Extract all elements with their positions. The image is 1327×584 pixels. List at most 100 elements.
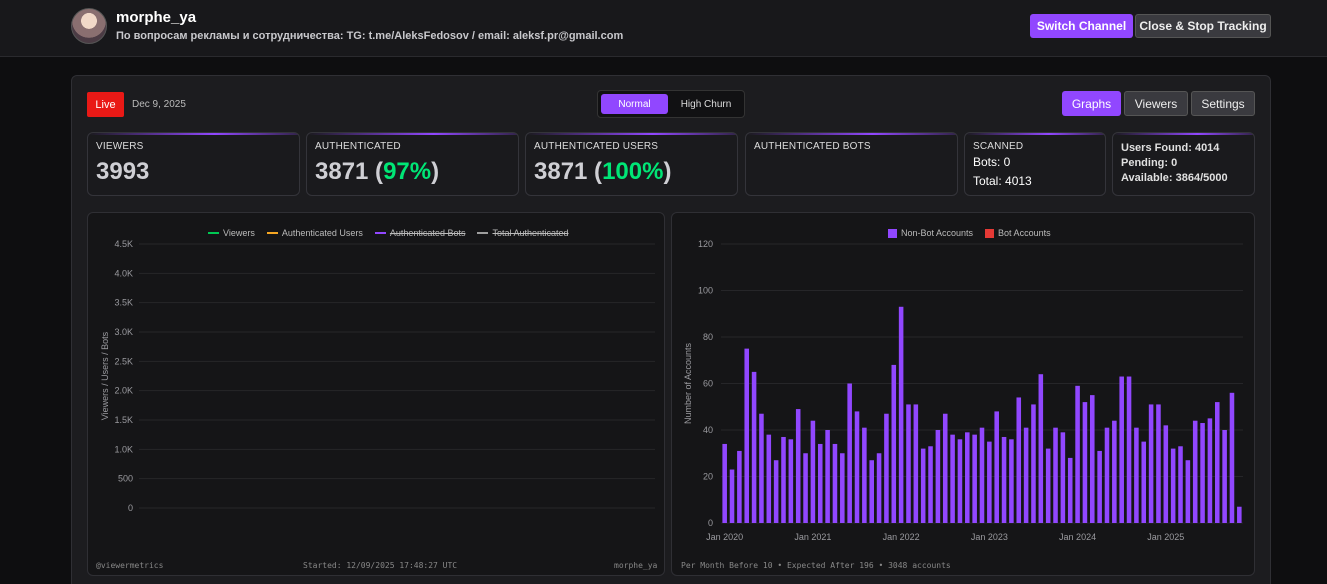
bar-non-bot bbox=[1192, 420, 1198, 523]
bar-non-bot bbox=[979, 427, 985, 523]
tab-viewers[interactable]: Viewers bbox=[1124, 91, 1188, 116]
bar-non-bot bbox=[781, 436, 786, 523]
bar-non-bot bbox=[913, 404, 919, 523]
line-y-axis-label: Viewers / Users / Bots bbox=[100, 331, 110, 420]
bar-non-bot bbox=[950, 434, 955, 523]
close-stop-tracking-button[interactable]: Close & Stop Tracking bbox=[1135, 14, 1271, 38]
bar-non-bot bbox=[1090, 395, 1095, 523]
bar-non-bot bbox=[935, 430, 941, 523]
avatar bbox=[71, 8, 107, 44]
card-scanned: SCANNED Bots: 0 Total: 4013 bbox=[964, 132, 1106, 196]
stream-date: Dec 9, 2025 bbox=[132, 99, 186, 110]
bar-non-bot bbox=[1207, 418, 1213, 523]
bar-non-bot bbox=[928, 446, 933, 523]
bar-non-bot bbox=[987, 441, 992, 523]
bar-non-bot bbox=[825, 430, 830, 523]
bar-non-bot bbox=[1104, 427, 1110, 523]
bar-chart: 0 20 40 60 80 100 120 Number of Accounts Jan 202… bbox=[683, 239, 1243, 542]
line-y-tick-label: 4.0K bbox=[114, 268, 133, 278]
card-authenticated-users-value: 3871 bbox=[534, 158, 588, 185]
bar-non-bot bbox=[1237, 506, 1242, 523]
switch-channel-button[interactable]: Switch Channel bbox=[1030, 14, 1133, 38]
bar-non-bot bbox=[1178, 446, 1183, 523]
bar-non-bot bbox=[965, 432, 970, 523]
bar-non-bot bbox=[1001, 436, 1007, 523]
bar-non-bot bbox=[1075, 385, 1080, 523]
mode-toggle: Normal High Churn bbox=[597, 90, 745, 118]
card-authenticated-bots: AUTHENTICATED BOTS bbox=[745, 132, 958, 196]
live-badge: Live bbox=[87, 92, 124, 117]
card-authenticated-paren-close: ) bbox=[431, 158, 440, 185]
card-authenticated-users-pct: 100% bbox=[602, 158, 664, 185]
card-viewers-value: 3993 bbox=[96, 158, 150, 185]
bar-non-bot bbox=[1214, 402, 1220, 523]
card-authenticated: AUTHENTICATED 3871 (97%) bbox=[306, 132, 519, 196]
bar-non-bot bbox=[737, 450, 742, 523]
bar-non-bot bbox=[891, 364, 897, 523]
bar-non-bot bbox=[1060, 432, 1066, 523]
card-scanned-total: Total: 4013 bbox=[973, 174, 1032, 188]
tab-settings[interactable]: Settings bbox=[1191, 91, 1255, 116]
bar-non-bot bbox=[817, 443, 823, 523]
users-found-text: Users Found: 4014 bbox=[1121, 142, 1220, 154]
bar-non-bot bbox=[898, 306, 904, 523]
line-y-tick-label: 3.0K bbox=[114, 327, 133, 337]
bar-non-bot bbox=[847, 383, 852, 523]
card-viewers-title: VIEWERS bbox=[96, 141, 144, 152]
bar-non-bot bbox=[803, 453, 808, 523]
bar-non-bot bbox=[884, 413, 889, 523]
bar-y-axis-label: Number of Accounts bbox=[683, 342, 693, 424]
mode-normal-button[interactable]: Normal bbox=[601, 94, 668, 114]
bar-non-bot bbox=[1038, 374, 1044, 523]
card-authenticated-pct: 97% bbox=[383, 158, 432, 185]
bar-non-bot bbox=[854, 411, 860, 523]
line-y-tick-label: 0 bbox=[128, 503, 133, 513]
bar-non-bot bbox=[773, 460, 779, 523]
bar-x-tick-label: Jan 2021 bbox=[794, 532, 831, 542]
bar-non-bot bbox=[1163, 425, 1169, 523]
line-y-tick-label: 1.5K bbox=[114, 415, 133, 425]
channel-description: По вопросам рекламы и сотрудничества: TG… bbox=[116, 30, 624, 42]
bar-non-bot bbox=[788, 439, 794, 523]
bar-y-tick-label: 120 bbox=[698, 239, 713, 249]
card-authenticated-bots-title: AUTHENTICATED BOTS bbox=[754, 141, 871, 152]
bar-non-bot bbox=[1067, 457, 1073, 523]
line-chart-footer-right: morphe_ya bbox=[614, 561, 658, 570]
bar-non-bot bbox=[906, 404, 911, 523]
card-authenticated-users: AUTHENTICATED USERS 3871 (100%) bbox=[525, 132, 738, 196]
bar-y-tick-label: 80 bbox=[703, 332, 713, 342]
bar-non-bot bbox=[862, 427, 867, 523]
channel-name: morphe_ya bbox=[116, 9, 197, 26]
card-authenticated-paren-open: ( bbox=[368, 158, 384, 185]
bar-chart-footer: Per Month Before 10 • Expected After 196… bbox=[681, 561, 951, 570]
bar-non-bot bbox=[1134, 427, 1139, 523]
card-authenticated-users-value-row: 3871 (100%) bbox=[534, 158, 671, 186]
card-authenticated-value: 3871 bbox=[315, 158, 369, 185]
bar-non-bot bbox=[1016, 397, 1022, 523]
card-scanned-title: SCANNED bbox=[973, 141, 1024, 152]
bar-non-bot bbox=[1229, 392, 1235, 523]
bar-non-bot bbox=[994, 411, 999, 523]
bar-non-bot bbox=[1185, 460, 1191, 523]
line-y-tick-label: 4.5K bbox=[114, 239, 133, 249]
bar-non-bot bbox=[1148, 404, 1154, 523]
bar-non-bot bbox=[1097, 450, 1102, 523]
bar-x-tick-label: Jan 2024 bbox=[1059, 532, 1096, 542]
bar-non-bot bbox=[832, 443, 838, 523]
bar-non-bot bbox=[1119, 376, 1124, 523]
bar-non-bot bbox=[1170, 448, 1176, 523]
card-users-found: Users Found: 4014 Pending: 0 Available: … bbox=[1112, 132, 1255, 196]
mode-high-churn-button[interactable]: High Churn bbox=[670, 94, 742, 114]
bar-non-bot bbox=[1222, 430, 1227, 523]
bar-y-tick-label: 40 bbox=[703, 425, 713, 435]
line-y-tick-label: 3.5K bbox=[114, 298, 133, 308]
card-authenticated-users-paren-close: ) bbox=[663, 158, 672, 185]
line-chart-footer-center: Started: 12/09/2025 17:48:27 UTC bbox=[303, 561, 458, 570]
bar-non-bot bbox=[744, 348, 750, 523]
bar-non-bot bbox=[972, 434, 977, 523]
pending-text: Pending: 0 bbox=[1121, 157, 1178, 169]
tab-graphs[interactable]: Graphs bbox=[1062, 91, 1121, 116]
bar-y-tick-label: 60 bbox=[703, 379, 713, 389]
line-y-tick-label: 500 bbox=[118, 474, 133, 484]
bar-x-tick-label: Jan 2022 bbox=[883, 532, 920, 542]
